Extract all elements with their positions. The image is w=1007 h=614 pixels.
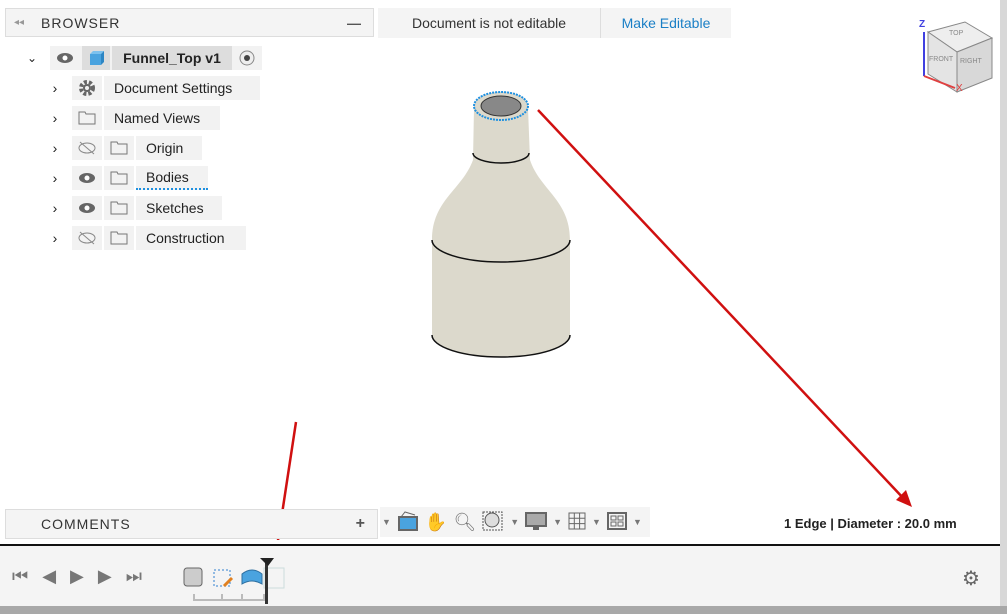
taskbar-edge bbox=[0, 606, 1007, 614]
timeline-settings-gear-icon[interactable]: ⚙ bbox=[962, 566, 980, 591]
step-back-button[interactable]: ◀ bbox=[42, 566, 56, 587]
selection-status: 1 Edge | Diameter : 20.0 mm bbox=[784, 516, 957, 531]
dropdown-icon[interactable]: ▼ bbox=[382, 517, 391, 527]
timeline-bar: ⏮ ◀ ▶ ▶ ⏭ ⚙ bbox=[0, 544, 1000, 606]
go-to-start-button[interactable]: ⏮ bbox=[12, 566, 28, 587]
zoom-icon[interactable]: 🔍︎ bbox=[453, 512, 476, 533]
dropdown-icon[interactable]: ▼ bbox=[592, 517, 601, 527]
comments-title: COMMENTS bbox=[41, 516, 131, 532]
viewport-canvas[interactable] bbox=[0, 0, 1000, 540]
navigation-toolbar: ▼ ✋ 🔍︎ ▼ ▼ ▼ ▼ bbox=[380, 507, 650, 537]
go-to-end-button[interactable]: ⏭ bbox=[126, 566, 142, 587]
viewcube-front[interactable]: FRONT bbox=[929, 56, 953, 63]
timeline-marker[interactable] bbox=[265, 562, 268, 604]
funnel-body[interactable] bbox=[431, 91, 571, 358]
extrude-feature-icon bbox=[241, 569, 263, 585]
annotation-arrow bbox=[276, 109, 912, 540]
viewports-icon[interactable] bbox=[606, 511, 627, 533]
timeline-features[interactable] bbox=[180, 554, 300, 604]
comments-panel[interactable]: COMMENTS + bbox=[5, 509, 378, 539]
dropdown-icon[interactable]: ▼ bbox=[633, 517, 642, 527]
zoom-window-icon[interactable] bbox=[482, 511, 504, 534]
grid-icon[interactable] bbox=[568, 512, 586, 533]
dropdown-icon[interactable]: ▼ bbox=[553, 517, 562, 527]
play-button[interactable]: ▶ bbox=[70, 566, 84, 587]
viewcube-right[interactable]: RIGHT bbox=[960, 58, 982, 65]
x-axis-label: X bbox=[956, 83, 963, 94]
body-feature-icon bbox=[183, 567, 203, 587]
viewcube-top[interactable]: TOP bbox=[949, 30, 963, 37]
orbit-icon[interactable] bbox=[397, 510, 419, 534]
pan-hand-icon[interactable]: ✋ bbox=[425, 512, 447, 533]
z-axis-label: Z bbox=[919, 19, 926, 30]
add-comment-button[interactable]: + bbox=[356, 515, 365, 533]
step-forward-button[interactable]: ▶ bbox=[98, 566, 112, 587]
window-edge bbox=[1000, 0, 1007, 614]
display-settings-icon[interactable] bbox=[525, 511, 548, 534]
dropdown-icon[interactable]: ▼ bbox=[510, 517, 519, 527]
